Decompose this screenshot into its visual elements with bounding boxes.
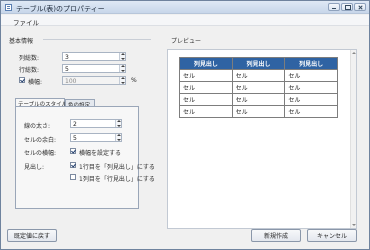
preview-cell: セル [284, 81, 338, 94]
columns-label: 列総数: [19, 55, 40, 62]
cancel-button[interactable]: キャンセル [307, 229, 357, 242]
preview-scrollbar[interactable] [350, 50, 356, 228]
preview-cell: セル [179, 105, 233, 118]
cell-width-check-label[interactable]: 横幅を設定する [79, 148, 121, 157]
line-thickness-value: 2 [73, 121, 77, 128]
menu-bar: ファイル [1, 15, 369, 27]
caption-buttons [328, 3, 366, 11]
preview-pane: 列見出し 列見出し 列見出し セル セル セル セル セル セル セル セル セ… [167, 49, 357, 229]
preview-cell: セル [179, 69, 233, 82]
minimize-icon[interactable] [328, 3, 340, 11]
rows-spin-icon[interactable] [119, 65, 125, 72]
preview-cell: セル [284, 69, 338, 82]
cell-width-label: セルの横幅: [24, 150, 57, 157]
preview-cell: セル [284, 93, 338, 106]
header-col-checkbox[interactable] [70, 174, 76, 180]
preview-cell: セル [231, 69, 286, 82]
header-row-check-label[interactable]: 1行目を「列見出し」にする [79, 162, 155, 171]
header-col-check-label[interactable]: 1列目を「行見出し」にする [79, 174, 155, 183]
basic-info-heading: 基本情報 [9, 38, 34, 45]
header-row-checkbox[interactable] [70, 162, 76, 168]
cell-padding-value: 5 [73, 135, 77, 142]
line-thickness-label: 線の太さ: [24, 123, 51, 130]
header-label: 見出し: [24, 164, 45, 171]
preview-cell: セル [284, 105, 338, 118]
table-row: セル セル セル [179, 93, 338, 106]
preview-heading: プレビュー [171, 38, 202, 45]
table-row: セル セル セル [179, 81, 338, 94]
maximize-icon[interactable] [341, 3, 353, 11]
basic-info-divider [43, 39, 151, 40]
menu-file[interactable]: ファイル [13, 17, 39, 27]
close-icon[interactable] [354, 3, 366, 11]
rows-label: 行総数: [19, 67, 40, 74]
rows-stepper[interactable]: 5 [62, 64, 126, 73]
preview-table: 列見出し 列見出し 列見出し セル セル セル セル セル セル セル セル セ… [179, 57, 338, 118]
cell-padding-label: セルの余白: [24, 137, 57, 144]
width-spin-icon[interactable] [119, 77, 125, 84]
cell-padding-stepper[interactable]: 5 [70, 133, 122, 142]
title-bar[interactable]: テーブル(表)のプロパティー [1, 1, 369, 14]
dialog-body: 基本情報 列総数: 3 行総数: 5 横幅: 100 % テーブルのスタイル 色… [1, 27, 369, 249]
style-tab-panel: 線の太さ: 2 セルの余白: 5 セルの横幅: 横幅を設定する 見出し: 1行目… [15, 106, 155, 209]
table-row: セル セル セル [179, 69, 338, 82]
preview-cell: セル [179, 93, 233, 106]
create-button[interactable]: 新規作成 [251, 229, 301, 242]
reset-defaults-button[interactable]: 既定値に戻す [7, 229, 57, 242]
width-checkbox[interactable] [19, 77, 25, 83]
preview-cell: セル [231, 81, 286, 94]
columns-spin-icon[interactable] [119, 53, 125, 60]
width-unit: % [131, 77, 137, 84]
preview-header-row: 列見出し 列見出し 列見出し [179, 57, 338, 70]
table-row: セル セル セル [179, 105, 338, 118]
columns-value: 3 [65, 54, 69, 61]
columns-stepper[interactable]: 3 [62, 52, 126, 61]
rows-value: 5 [65, 66, 69, 73]
width-value: 100 [65, 78, 77, 85]
preview-cell: セル [179, 81, 233, 94]
preview-header-cell: 列見出し [179, 57, 233, 70]
properties-window: テーブル(表)のプロパティー ファイル 基本情報 列総数: 3 行総数: 5 横… [0, 0, 370, 250]
line-thickness-stepper[interactable]: 2 [70, 119, 122, 128]
preview-header-cell: 列見出し [284, 57, 338, 70]
width-label: 横幅: [28, 79, 43, 86]
preview-cell: セル [231, 93, 286, 106]
table-icon [5, 4, 12, 11]
cell-padding-spin-icon[interactable] [115, 134, 121, 141]
width-stepper[interactable]: 100 [62, 76, 126, 85]
line-thickness-spin-icon[interactable] [115, 120, 121, 127]
preview-header-cell: 列見出し [231, 57, 286, 70]
window-title: テーブル(表)のプロパティー [16, 5, 105, 13]
preview-cell: セル [231, 105, 286, 118]
cell-width-checkbox[interactable] [70, 148, 76, 154]
